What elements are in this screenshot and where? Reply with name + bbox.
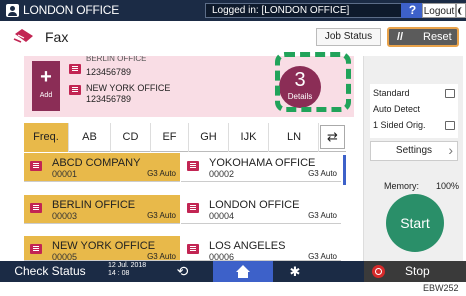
destination-number: 123456789 <box>86 67 132 77</box>
list-item[interactable]: YOKOHAMA OFFICE 00002 G3 Auto <box>181 153 341 182</box>
job-status-button[interactable]: Job Status <box>316 28 381 46</box>
fax-destination-icon <box>69 64 81 74</box>
list-item[interactable]: NEW YORK OFFICE 00005 G3 Auto <box>24 236 180 261</box>
add-destination-button[interactable]: + Add <box>32 61 60 111</box>
entry-name: NEW YORK OFFICE <box>52 240 156 252</box>
entry-mode: G3 Auto <box>308 252 337 261</box>
entry-number: 00003 <box>52 211 78 221</box>
entry-mode: G3 Auto <box>147 169 176 178</box>
tab-ab[interactable]: AB <box>69 123 111 152</box>
list-item[interactable]: LOS ANGELES 00006 G3 Auto <box>181 236 341 261</box>
home-button[interactable] <box>213 261 273 282</box>
tab-cd[interactable]: CD <box>111 123 151 152</box>
list-item[interactable]: ABCD COMPANY 00001 G3 Auto <box>24 153 180 182</box>
entry-name: LOS ANGELES <box>209 240 286 252</box>
tab-freq[interactable]: Freq. <box>24 123 69 152</box>
entry-name: YOKOHAMA OFFICE <box>209 157 316 169</box>
fax-destination-icon <box>69 85 81 95</box>
back-icon[interactable]: ⟲ <box>155 261 210 282</box>
entry-number: 00006 <box>209 252 235 261</box>
time-label: 14 : 08 <box>108 270 130 277</box>
entry-mode: G3 Auto <box>147 252 176 261</box>
tab-ln[interactable]: LN <box>269 123 319 152</box>
help-button[interactable]: ? <box>401 3 424 18</box>
fax-destination-icon <box>187 161 199 171</box>
entry-mode: G3 Auto <box>147 211 176 220</box>
entry-name: ABCD COMPANY <box>52 157 141 169</box>
entry-number: 00002 <box>209 169 235 179</box>
original-icon <box>445 121 455 130</box>
list-item[interactable]: BERLIN OFFICE 00003 G3 Auto <box>24 195 180 224</box>
fax-destination-icon <box>187 244 199 254</box>
entry-name: LONDON OFFICE <box>209 199 300 211</box>
destination-name: BERLIN OFFICE <box>86 56 147 62</box>
fax-destination-icon <box>30 203 42 213</box>
fax-icon <box>13 29 33 43</box>
resolution-setting: Standard <box>373 88 410 98</box>
settings-summary: Standard Auto Detect 1 Sided Orig. <box>370 84 458 138</box>
office-title: LONDON OFFICE <box>23 3 120 17</box>
original-setting: 1 Sided Orig. <box>373 120 426 130</box>
entry-number: 00005 <box>52 252 78 261</box>
memory-label: Memory: <box>384 181 420 191</box>
reset-button[interactable]: // Reset <box>387 27 459 47</box>
check-status-button[interactable]: Check Status <box>0 261 100 282</box>
date-time: 12 Jul. 2018 14 : 08 <box>108 262 146 278</box>
moon-icon[interactable] <box>456 3 466 18</box>
settings-button[interactable]: Settings <box>370 141 458 161</box>
callout-highlight <box>275 52 351 112</box>
home-icon <box>236 265 250 278</box>
date-label: 12 Jul. 2018 <box>108 262 147 269</box>
sort-icon[interactable]: ⇄ <box>320 125 345 149</box>
logged-in-status[interactable]: Logged in: [LONDON OFFICE] <box>205 3 430 18</box>
entry-number: 00004 <box>209 211 235 221</box>
image-code: EBW252 <box>423 283 459 293</box>
plus-icon: + <box>40 66 52 88</box>
fax-destination-icon <box>30 244 42 254</box>
logout-button[interactable]: Logout <box>422 3 456 18</box>
list-item[interactable]: LONDON OFFICE 00004 G3 Auto <box>181 195 341 224</box>
destination-name: NEW YORK OFFICE <box>86 83 171 93</box>
reset-label: Reset <box>423 31 452 43</box>
user-icon <box>6 4 19 17</box>
tab-gh[interactable]: GH <box>189 123 229 152</box>
entry-number: 00001 <box>52 169 78 179</box>
add-label: Add <box>39 92 53 99</box>
destination-number: 123456789 <box>86 94 132 104</box>
stop-icon <box>372 265 385 278</box>
gear-icon[interactable]: ✱ <box>275 261 315 282</box>
tab-ef[interactable]: EF <box>151 123 189 152</box>
tab-ijk[interactable]: IJK <box>229 123 269 152</box>
list-scrollbar[interactable] <box>343 155 346 185</box>
resolution-icon <box>445 89 455 98</box>
fax-destination-icon <box>187 203 199 213</box>
app-title: Fax <box>45 29 69 45</box>
reset-icon: // <box>397 31 404 43</box>
memory-value: 100% <box>436 181 460 191</box>
entry-mode: G3 Auto <box>308 169 337 178</box>
entry-mode: G3 Auto <box>308 211 337 220</box>
density-setting: Auto Detect <box>373 104 421 114</box>
stop-label: Stop <box>405 264 430 278</box>
entry-name: BERLIN OFFICE <box>52 199 136 211</box>
start-button[interactable]: Start <box>386 194 444 252</box>
fax-destination-icon <box>30 161 42 171</box>
